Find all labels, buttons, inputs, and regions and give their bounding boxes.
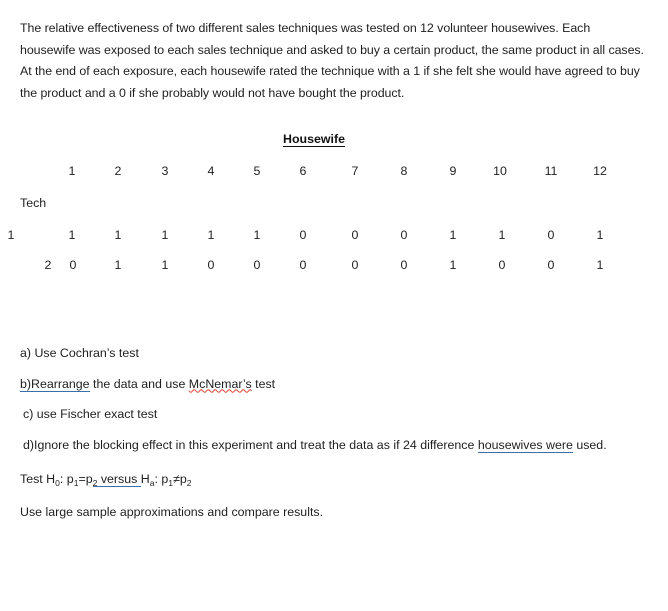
column-header-10: 10 <box>493 164 507 178</box>
column-header-2: 2 <box>114 164 122 178</box>
hypothesis-p3-subscript: 1 <box>168 477 174 488</box>
cell-r1c2: 1 <box>114 228 122 242</box>
column-header-9: 9 <box>449 164 457 178</box>
question-b: b)Rearrange the data and use McNemar’s t… <box>20 374 650 396</box>
question-a: a) Use Cochran’s test <box>20 343 650 365</box>
cell-r2c3: 1 <box>161 258 169 272</box>
row-label-1: 1 <box>7 228 15 242</box>
hypothesis-null-subscript: 0 <box>55 477 60 488</box>
column-header-3: 3 <box>161 164 169 178</box>
cell-r2c11: 0 <box>547 258 555 272</box>
cell-r2c6: 0 <box>299 258 307 272</box>
cell-r1c4: 1 <box>207 228 215 242</box>
hypothesis-alt: H <box>140 472 150 486</box>
question-c: c) use Fischer exact test <box>20 404 650 426</box>
column-header-7: 7 <box>351 164 359 178</box>
question-a-text: a) Use Cochran’s test <box>20 346 139 360</box>
cell-r2c12: 1 <box>596 258 604 272</box>
cell-r2c9: 1 <box>449 258 457 272</box>
cell-r1c3: 1 <box>161 228 169 242</box>
cell-r1c9: 1 <box>449 228 457 242</box>
table-title: Housewife <box>283 132 345 146</box>
row-group-label-tech: Tech <box>20 196 47 210</box>
column-header-12: 12 <box>593 164 607 178</box>
question-b-tail-text: test <box>251 376 276 391</box>
cell-r2c1: 0 <box>69 258 77 272</box>
hypothesis-not-equals: ≠p <box>173 472 187 486</box>
question-d-head-text: d)Ignore the blocking effect in this exp… <box>23 437 478 452</box>
cell-r1c11: 0 <box>547 228 555 242</box>
cell-r2c8: 0 <box>400 258 408 272</box>
question-d-tail-text: used. <box>572 437 607 452</box>
column-header-11: 11 <box>544 164 558 178</box>
column-header-6: 6 <box>299 164 307 178</box>
hypothesis-grammar-marked-span: 2 versus <box>92 472 141 488</box>
row-label-2: 2 <box>44 258 52 272</box>
hypothesis-p2-subscript: 2 <box>92 477 98 488</box>
hypothesis-alt-subscript: a <box>149 477 155 488</box>
cell-r2c4: 0 <box>207 258 215 272</box>
intro-text: The relative effectiveness of two differ… <box>20 21 644 100</box>
cell-r1c8: 0 <box>400 228 408 242</box>
cell-r1c1: 1 <box>68 228 76 242</box>
cell-r1c12: 1 <box>596 228 604 242</box>
hypothesis-versus: versus <box>97 472 141 486</box>
hypothesis-p1-subscript: 1 <box>73 477 79 488</box>
cell-r1c10: 1 <box>498 228 506 242</box>
intro-paragraph: The relative effectiveness of two differ… <box>20 18 645 104</box>
cell-r2c10: 0 <box>498 258 506 272</box>
question-d-grammar-marked-text: housewives were <box>477 437 573 453</box>
cell-r1c6: 0 <box>299 228 307 242</box>
column-header-1: 1 <box>68 164 76 178</box>
table-column-header-row: 1 2 3 4 5 6 7 8 9 10 11 12 <box>0 164 668 184</box>
column-header-8: 8 <box>400 164 408 178</box>
hypothesis-p4-subscript: 2 <box>186 477 192 488</box>
question-d: d)Ignore the blocking effect in this exp… <box>20 435 650 457</box>
closing-instruction-text: Use large sample approximations and comp… <box>20 504 324 519</box>
question-c-text: c) use Fischer exact test <box>23 407 158 421</box>
column-header-5: 5 <box>253 164 261 178</box>
question-b-misspelled-word: McNemar’s <box>188 376 252 391</box>
document-page: The relative effectiveness of two differ… <box>0 0 668 611</box>
column-header-4: 4 <box>207 164 215 178</box>
closing-instruction: Use large sample approximations and comp… <box>20 502 650 524</box>
hypothesis-mid1: : p <box>59 472 74 486</box>
table-row: 1 1 1 1 1 1 0 0 0 1 1 0 1 <box>0 228 668 250</box>
hypothesis-lead: Test H <box>20 472 56 486</box>
question-list: a) Use Cochran’s test b)Rearrange the da… <box>20 343 650 523</box>
question-b-middle-text: the data and use <box>89 376 189 391</box>
cell-r1c7: 0 <box>351 228 359 242</box>
cell-r2c7: 0 <box>351 258 359 272</box>
hypothesis-mid2: : p <box>154 472 169 486</box>
cell-r2c2: 1 <box>114 258 122 272</box>
question-b-grammar-marked-text: b)Rearrange <box>20 376 90 392</box>
cell-r1c5: 1 <box>253 228 261 242</box>
cell-r2c5: 0 <box>253 258 261 272</box>
table-row: 2 0 1 1 0 0 0 0 0 1 0 0 1 <box>0 258 668 280</box>
hypothesis-equals: =p <box>78 472 93 486</box>
hypothesis-statement: Test H0: p1=p2 versus Ha: p1≠p2 <box>20 469 650 492</box>
